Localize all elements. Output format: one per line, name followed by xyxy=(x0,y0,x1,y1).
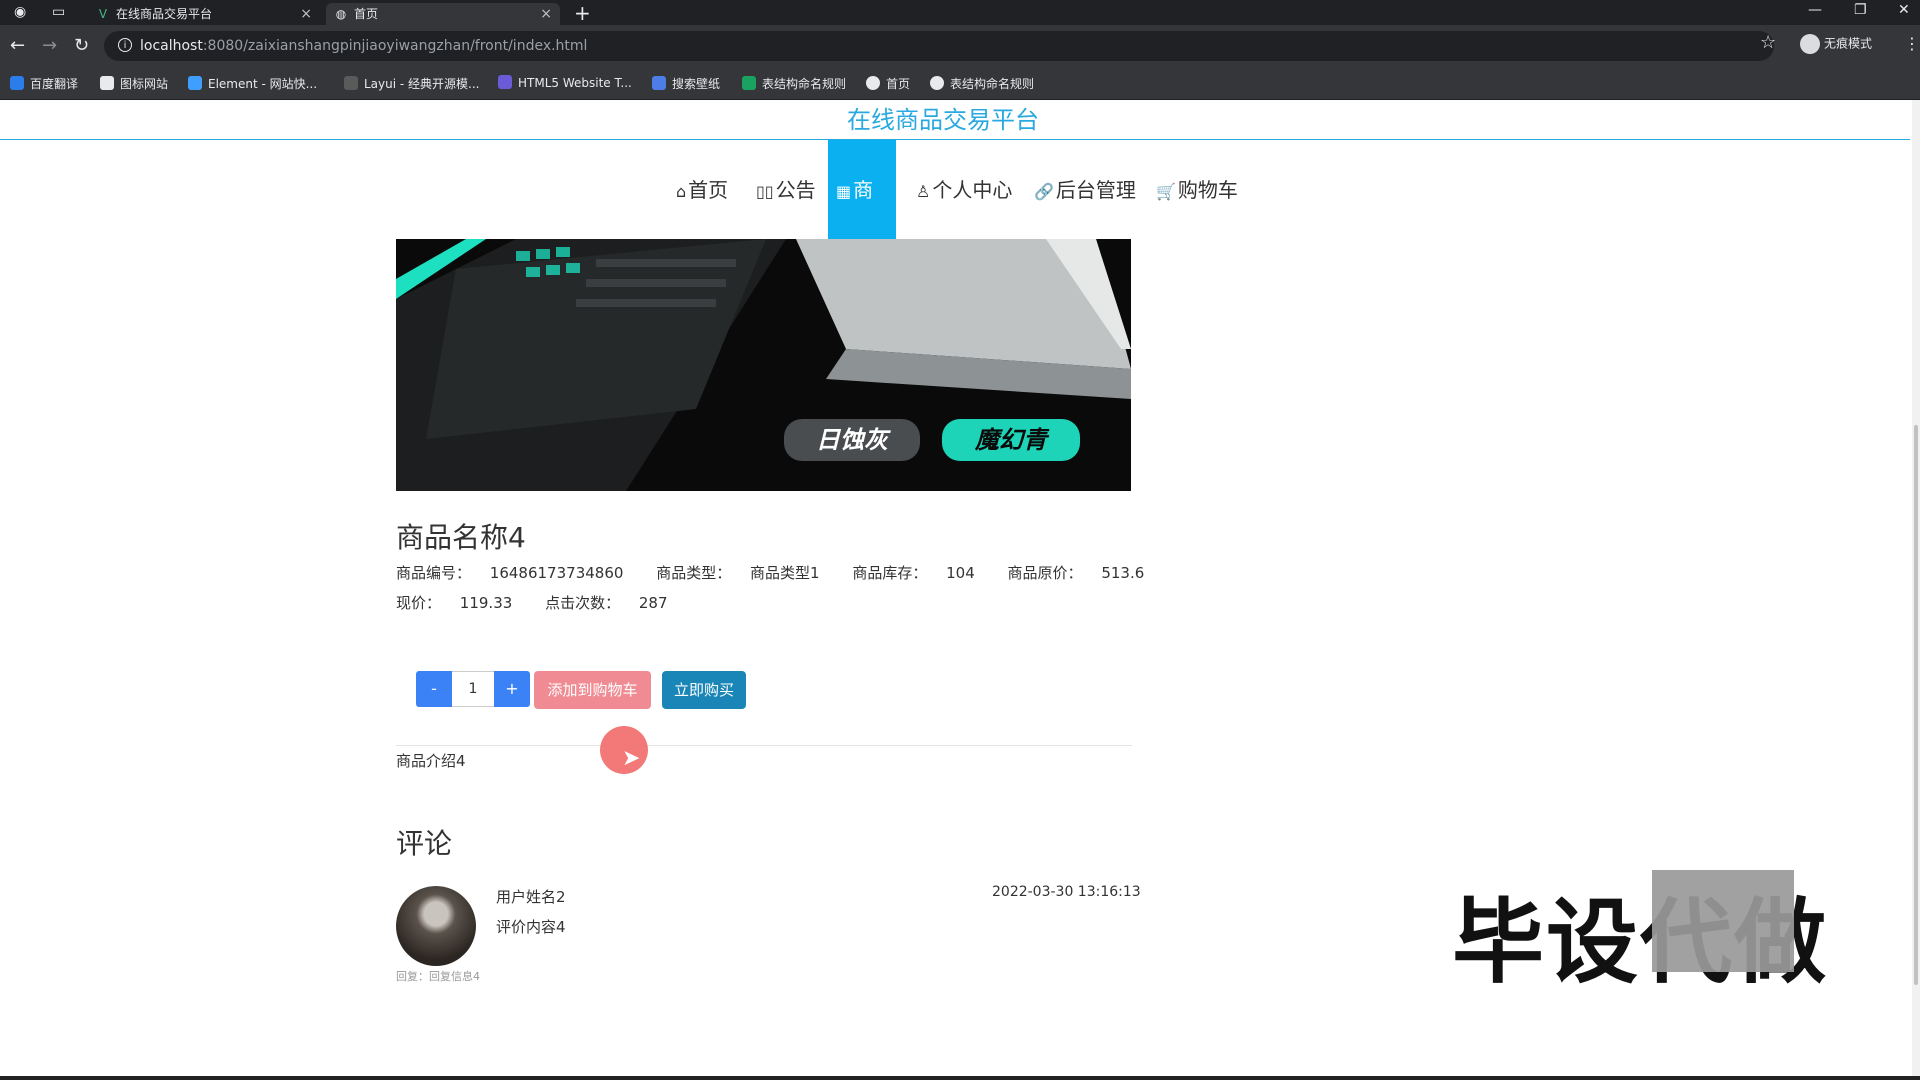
minimize-icon[interactable]: — xyxy=(1808,2,1822,18)
product-meta-line-2: 现价： 119.33 点击次数： 287 xyxy=(396,592,696,613)
bookmark-item[interactable]: Layui - 经典开源模... xyxy=(344,75,479,92)
incognito-profile[interactable]: 无痕模式 xyxy=(1800,34,1872,54)
main-nav: ⌂首页 ▯▯公告 ▦商品 ♙个人中心 🔗后台管理 🛒购物车 xyxy=(0,140,1920,304)
nav-item-cart[interactable]: 🛒 购物车 xyxy=(1148,140,1246,240)
restore-icon[interactable]: ❐ xyxy=(1854,2,1867,18)
divider xyxy=(396,745,1132,746)
bookmark-item[interactable]: 图标网站 xyxy=(100,75,168,92)
browser-tabbar: ◉ ▭ V 在线商品交易平台 × ◍ 首页 × + — ❐ ✕ xyxy=(0,0,1920,25)
bookmark-item[interactable]: 百度翻译 xyxy=(10,75,78,92)
scrollbar-thumb[interactable] xyxy=(1914,425,1918,985)
tab-title: 在线商品交易平台 xyxy=(116,7,213,21)
close-tab-icon[interactable]: × xyxy=(540,3,552,25)
stock-field: 商品库存： 104 xyxy=(852,564,975,582)
info-icon[interactable]: i xyxy=(118,38,132,52)
tag-label: 日蚀灰 xyxy=(816,426,891,454)
grid-icon: ▦ xyxy=(836,182,852,201)
close-window-icon[interactable]: ✕ xyxy=(1898,2,1910,18)
tab-title: 首页 xyxy=(354,7,379,21)
back-icon[interactable]: ← xyxy=(10,35,25,56)
bookmark-item[interactable]: 表结构命名规则 xyxy=(930,75,1034,92)
comment-text: 评价内容4 xyxy=(496,918,566,936)
product-meta-line-1: 商品编号： 16486173734860 商品类型： 商品类型1 商品库存： 1… xyxy=(396,562,1172,583)
bookmark-item[interactable]: 表结构命名规则 xyxy=(742,75,846,92)
chrome-menu-icon[interactable]: ◉ xyxy=(14,4,26,20)
bookmark-item[interactable]: Element - 网站快... xyxy=(188,75,317,92)
browser-tab-1[interactable]: V 在线商品交易平台 × xyxy=(88,3,320,25)
add-to-cart-button[interactable]: 添加到购物车 xyxy=(534,671,651,709)
bookmark-item[interactable]: 搜索壁纸 xyxy=(652,75,720,92)
url-input[interactable]: i localhost:8080/zaixianshangpinjiaoyiwa… xyxy=(104,31,1774,61)
notice-icon: ▯▯ xyxy=(756,182,774,201)
browser-menu-icon[interactable]: ⋮ xyxy=(1904,34,1920,53)
bookmark-star-icon[interactable]: ☆ xyxy=(1760,32,1776,53)
qty-minus-button[interactable]: - xyxy=(416,671,452,707)
nav-item-admin[interactable]: 🔗 后台管理 xyxy=(1026,140,1144,240)
tab-search-icon[interactable]: ▭ xyxy=(52,4,65,20)
url-text: localhost:8080/zaixianshangpinjiaoyiwang… xyxy=(140,38,588,54)
nav-item-user-center[interactable]: ♙ 个人中心 xyxy=(908,140,1020,240)
qty-plus-button[interactable]: + xyxy=(494,671,530,707)
tag-label: 魔幻青 xyxy=(974,426,1050,454)
mouse-cursor-icon: ➤ xyxy=(622,746,641,771)
code-field: 商品编号： 16486173734860 xyxy=(396,564,624,582)
avatar xyxy=(396,886,476,966)
buy-now-button[interactable]: 立即购买 xyxy=(662,671,746,709)
product-image[interactable]: 日蚀灰 魔幻青 xyxy=(396,239,1131,491)
nav-item-notice[interactable]: ▯▯ 公告 xyxy=(748,140,824,240)
globe-icon: ◍ xyxy=(335,7,347,21)
incognito-icon xyxy=(1800,34,1820,54)
comment-time: 2022-03-30 13:16:13 xyxy=(992,884,1141,900)
link-icon: 🔗 xyxy=(1034,182,1054,201)
watermark-blur xyxy=(1652,870,1794,972)
bookmark-item[interactable]: 首页 xyxy=(866,75,910,92)
bookmarks-bar: 百度翻译 图标网站 Element - 网站快... Layui - 经典开源模… xyxy=(0,67,1920,100)
comments-heading: 评论 xyxy=(396,827,453,860)
product-name: 商品名称4 xyxy=(396,521,526,554)
site-title: 在线商品交易平台 xyxy=(847,106,1039,134)
address-bar: ← → ↻ i localhost:8080/zaixianshangpinji… xyxy=(0,25,1920,67)
clicks-field: 点击次数： 287 xyxy=(545,594,668,612)
nav-item-home[interactable]: ⌂ 首页 xyxy=(668,140,736,240)
qty-input[interactable]: 1 xyxy=(452,671,494,707)
reload-icon[interactable]: ↻ xyxy=(74,35,89,56)
new-tab-button[interactable]: + xyxy=(574,1,591,25)
bookmark-item[interactable]: HTML5 Website T... xyxy=(498,75,632,90)
cart-icon: 🛒 xyxy=(1156,182,1176,201)
price-field: 现价： 119.33 xyxy=(396,594,513,612)
comment-reply: 回复：回复信息4 xyxy=(396,970,480,983)
home-icon: ⌂ xyxy=(676,182,687,201)
comment-user: 用户姓名2 xyxy=(496,888,566,906)
browser-tab-2[interactable]: ◍ 首页 × xyxy=(326,3,560,25)
vue-icon: V xyxy=(98,7,108,21)
laptop-illustration: 日蚀灰 魔幻青 xyxy=(396,239,1131,491)
close-tab-icon[interactable]: × xyxy=(300,3,312,25)
product-description: 商品介绍4 xyxy=(396,752,466,770)
type-field: 商品类型： 商品类型1 xyxy=(656,564,820,582)
user-icon: ♙ xyxy=(916,182,931,201)
nav-item-products[interactable]: ▦商品 xyxy=(828,140,896,304)
bottom-edge xyxy=(0,1076,1920,1080)
orig-price-field: 商品原价： 513.6 xyxy=(1007,564,1145,582)
forward-icon[interactable]: → xyxy=(42,35,57,56)
